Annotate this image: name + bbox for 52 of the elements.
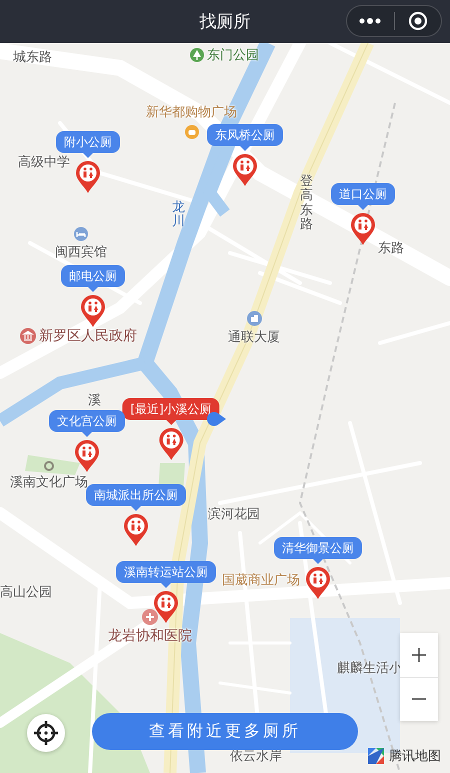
toilet-name-label[interactable]: 文化宫公厕 xyxy=(49,410,125,432)
hospital-icon xyxy=(142,609,158,625)
government-icon xyxy=(20,328,36,344)
map-place-label: 城东路 xyxy=(13,49,52,66)
bed-icon xyxy=(74,227,88,241)
dot-icon xyxy=(44,461,54,471)
park-area xyxy=(25,455,80,475)
toilet-name-label[interactable]: 溪南转运站公厕 xyxy=(116,561,216,583)
zoom-in-button[interactable] xyxy=(400,633,438,676)
toilet-name-label[interactable]: 道口公厕 xyxy=(331,183,395,205)
toilet-name-label[interactable]: 附小公厕 xyxy=(56,131,120,153)
tree-icon xyxy=(190,48,204,62)
toilet-name-label[interactable]: 东风桥公厕 xyxy=(207,124,283,146)
building-icon xyxy=(246,311,262,326)
toilet-name-label[interactable]: 清华御景公厕 xyxy=(274,537,362,559)
map-place-label: 滨河花园 xyxy=(208,506,260,523)
map-place-label: 高级中学 xyxy=(18,154,70,171)
toilet-pin-icon[interactable] xyxy=(79,287,107,327)
map-place-label: 登高东路 xyxy=(300,175,313,232)
toilet-name-label[interactable]: 邮电公厕 xyxy=(61,265,125,287)
map-place-label: 溪 xyxy=(88,392,101,409)
map-place-label: 闽西宾馆 xyxy=(55,244,107,261)
toilet-pin-icon[interactable] xyxy=(74,153,102,193)
toilet-pin-icon[interactable] xyxy=(152,583,180,623)
map-place-label: 新罗区人民政府 xyxy=(39,327,137,345)
map-place-label: 龙川 xyxy=(172,201,185,230)
toilet-pin-icon[interactable] xyxy=(349,205,377,245)
map-place-label: 溪南文化广场 xyxy=(10,474,88,491)
map-logo-icon xyxy=(366,746,386,766)
map-provider-label: 腾讯地图 xyxy=(389,748,441,765)
toilet-pin-icon[interactable] xyxy=(231,146,259,186)
map-place-label: 通联大厦 xyxy=(228,329,280,346)
toilet-pin-icon[interactable] xyxy=(122,506,150,546)
map-place-label: 依云水岸 xyxy=(230,748,282,765)
toilet-name-label[interactable]: [最近]小溪公厕 xyxy=(122,398,220,420)
map-place-label: 龙岩协和医院 xyxy=(108,627,192,645)
map-place-label: 高山公园 xyxy=(0,584,52,601)
locate-icon xyxy=(33,720,59,746)
plus-icon xyxy=(411,646,427,663)
toilet-pin-icon[interactable] xyxy=(73,432,101,472)
more-toilets-button[interactable]: 查看附近更多厕所 xyxy=(92,713,358,750)
page-title: 找厕所 xyxy=(200,11,250,33)
more-icon xyxy=(359,18,382,24)
map-place-label: 国葳商业广场 xyxy=(222,572,300,589)
map-place-label: 东门公园 xyxy=(207,47,259,64)
map-place-label: 东路 xyxy=(378,240,404,257)
toilet-pin-icon[interactable] xyxy=(157,420,185,460)
shop-icon xyxy=(184,125,198,139)
toilet-pin-icon[interactable] xyxy=(304,559,332,599)
minus-icon xyxy=(411,698,427,700)
map-place-label: 新华都购物广场 xyxy=(146,104,237,121)
toilet-name-label[interactable]: 南城派出所公厕 xyxy=(86,484,186,506)
